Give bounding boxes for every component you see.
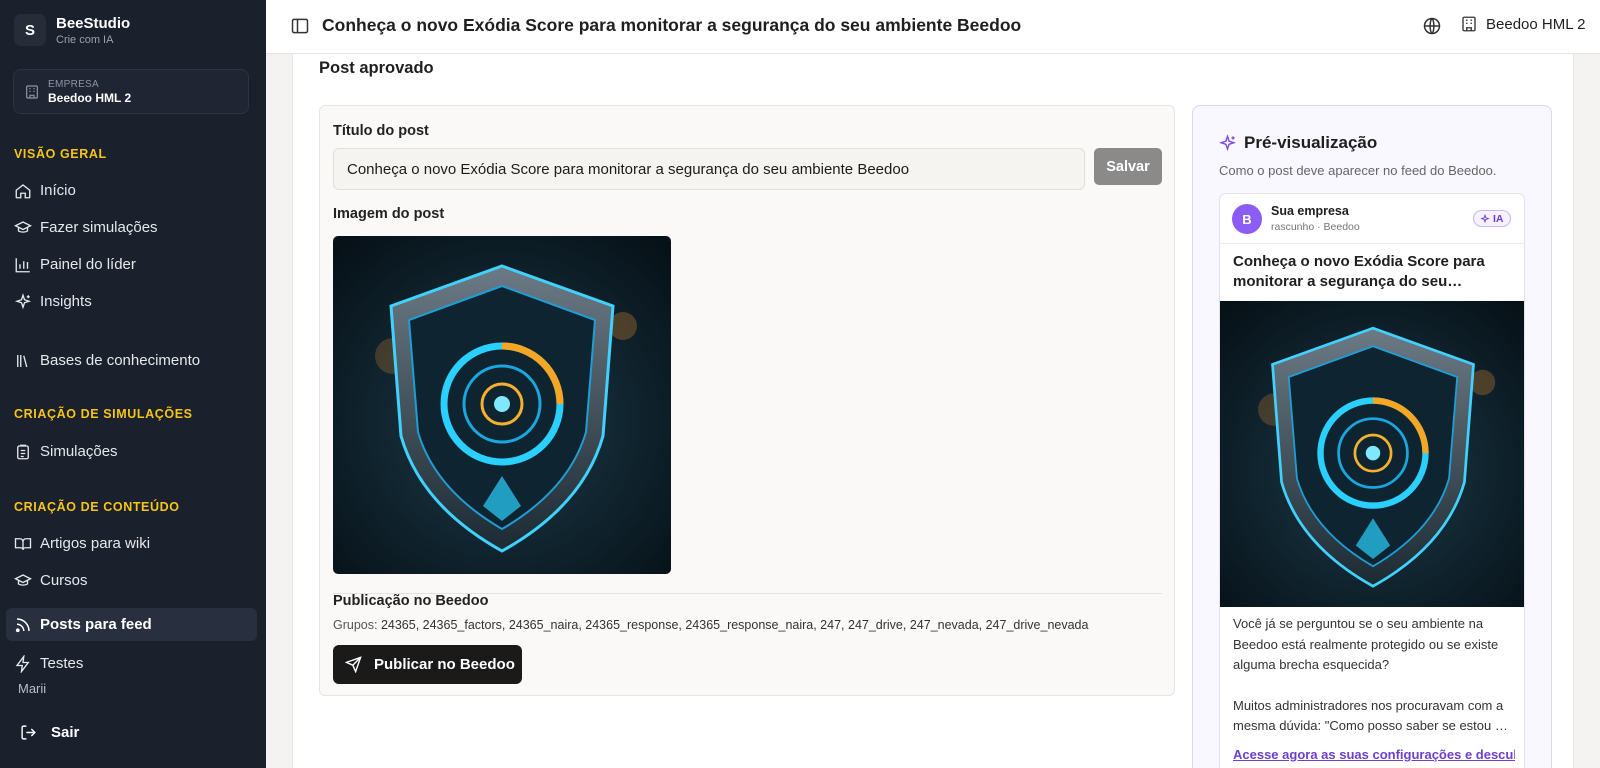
topbar: Conheça o novo Exódia Score para monitor… [266,0,1600,54]
sparkles-icon [14,292,32,309]
globe-icon[interactable] [1422,16,1442,36]
preview-heading: Pré-visualização [1218,133,1377,153]
feed-post-image [1220,301,1524,607]
save-button[interactable]: Salvar [1094,148,1162,185]
clipboard-icon [17,444,29,459]
building-icon [26,84,38,99]
sidebar-item-bases-de-conhecimento[interactable]: Bases de conhecimento [6,344,257,377]
sidebar-item-label: Simulações [40,443,118,460]
sidebar-item-posts-para-feed[interactable]: Posts para feed [6,608,257,641]
brand-tagline: Crie com IA [56,33,114,46]
brand-logo: S [14,14,46,46]
sidebar-item-painel-do-lider[interactable]: Painel do líder [6,248,257,281]
tenant-name: Beedoo HML 2 [1486,15,1586,33]
sidebar-item-label: Testes [40,655,84,672]
feed-post-title: Conheça o novo Exódia Score para monitor… [1233,253,1485,290]
sparkles-icon [1218,133,1237,151]
sidebar-item-label: Painel do líder [40,256,136,273]
brand[interactable]: S BeeStudio Crie com IA [14,14,130,46]
sidebar-item-fazer-simulacoes[interactable]: Fazer simulações [6,211,257,244]
company-name: Beedoo HML 2 [48,90,132,105]
author-name: Sua empresa [1271,204,1349,218]
feed-paragraph: Muitos administradores nos procuravam co… [1233,697,1508,734]
section-visao-geral: VISÃO GERAL [14,147,107,161]
sidebar-item-label: Bases de conhecimento [40,352,201,369]
image-label: Imagem do post [333,206,445,222]
groups-value: 24365, 24365_factors, 24365_naira, 24365… [380,618,1089,632]
sidebar-item-artigos-para-wiki[interactable]: Artigos para wiki [6,527,257,560]
user-name: Marii [18,681,47,696]
publish-label: Publicar no Beedoo [374,656,515,673]
main-panel: Post aprovado Título do post Salvar Imag… [292,54,1574,768]
post-title-input[interactable] [333,148,1085,190]
company-selector[interactable]: EMPRESA Beedoo HML 2 [13,69,249,114]
sidebar-item-label: Artigos para wiki [40,535,151,552]
publish-button[interactable]: Publicar no Beedoo [333,645,522,684]
post-image [333,236,671,574]
sidebar-item-testes[interactable]: Testes [6,647,257,680]
sidebar-item-label: Cursos [40,572,88,589]
sidebar-item-inicio[interactable]: Início [6,174,257,207]
sidebar-item-label: Insights [40,293,92,310]
post-editor-card: Título do post Salvar Imagem do post [319,105,1175,696]
home-icon [15,183,31,198]
sidebar-item-label: Posts para feed [40,616,152,633]
groups-line: Grupos: 24365, 24365_factors, 24365_nair… [333,618,1088,632]
building-icon [1462,16,1476,32]
company-label: EMPRESA [48,78,100,90]
send-icon [345,656,362,673]
post-status-heading: Post aprovado [319,59,434,77]
sidebar-item-label: Início [40,182,76,199]
zap-icon [15,654,30,673]
post-meta: rascunho · Beedoo [1271,221,1360,233]
preview-subtitle: Como o post deve aparecer no feed do Bee… [1219,163,1497,178]
feed-card: B Sua empresa rascunho · Beedoo IA Conhe… [1219,193,1525,768]
avatar: B [1232,204,1262,234]
page-title: Conheça o novo Exódia Score para monitor… [322,15,1022,35]
logout-label: Sair [51,724,80,741]
ia-badge: IA [1473,210,1511,227]
log-out-icon [21,725,36,740]
feed-cta-link[interactable]: Acesse agora as suas configurações e des… [1233,747,1515,762]
brand-name: BeeStudio [56,14,131,32]
graduation-cap-icon [14,573,32,586]
tenant-selector[interactable]: Beedoo HML 2 [1460,15,1586,33]
section-criacao-de-conteudo: CRIAÇÃO DE CONTEÚDO [14,500,180,514]
publication-label: Publicação no Beedoo [333,593,489,609]
sidebar-item-label: Fazer simulações [40,219,158,236]
rss-icon [15,617,30,632]
sparkles-icon [1480,213,1490,223]
library-icon [14,352,32,370]
ia-badge-label: IA [1493,212,1504,225]
sidebar-item-cursos[interactable]: Cursos [6,564,257,597]
sidebar: S BeeStudio Crie com IA EMPRESA Beedoo H… [0,0,266,768]
section-criacao-de-simulacoes: CRIAÇÃO DE SIMULAÇÕES [14,407,193,421]
sidebar-toggle-icon[interactable] [290,16,310,36]
feed-paragraph: Você já se perguntou se o seu ambiente n… [1233,616,1499,672]
preview-panel: Pré-visualização Como o post deve aparec… [1192,105,1552,768]
groups-prefix: Grupos: [333,618,378,632]
graduation-cap-icon [14,220,32,233]
card-divider [1220,243,1524,244]
sidebar-item-insights[interactable]: Insights [6,285,257,318]
feed-post-body: Você já se perguntou se o seu ambiente n… [1233,614,1515,757]
bar-chart-icon [15,257,30,272]
preview-title: Pré-visualização [1244,133,1378,152]
logout-button[interactable]: Sair [20,724,79,741]
title-label: Título do post [333,123,429,139]
sidebar-item-simulacoes[interactable]: Simulações [6,435,257,468]
book-open-icon [14,537,32,550]
